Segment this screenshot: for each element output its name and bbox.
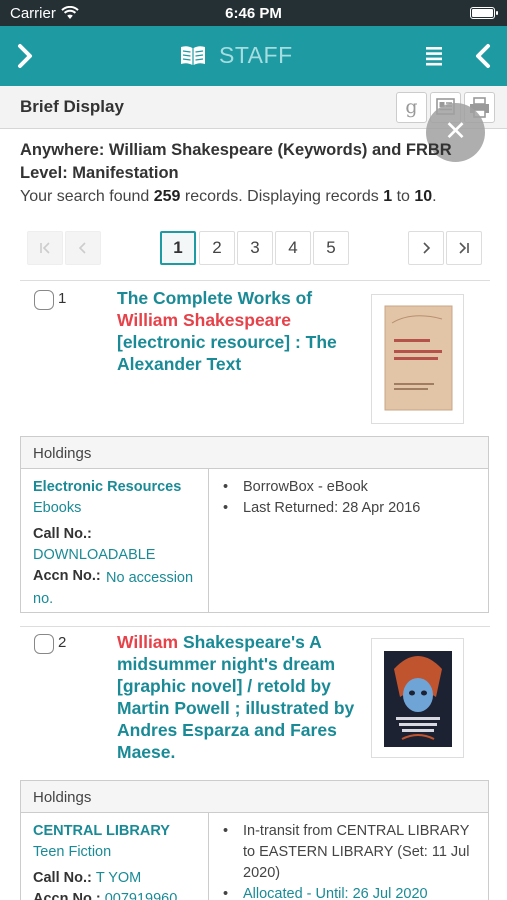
record-2-number: 2 (58, 634, 67, 651)
record-1-number: 1 (58, 290, 67, 307)
first-page-button[interactable] (27, 231, 63, 265)
holdings-header: Holdings (21, 437, 488, 469)
divider (20, 280, 490, 281)
record-2-title[interactable]: William Shakespeare's A midsummer night'… (117, 631, 362, 763)
page-3-button[interactable]: 3 (237, 231, 273, 265)
holding-collection-link[interactable]: Ebooks (33, 500, 81, 516)
range-to: 10 (414, 188, 433, 205)
page-5-button[interactable]: 5 (313, 231, 349, 265)
battery-icon (470, 7, 498, 19)
chevron-left-icon[interactable] (467, 40, 499, 72)
call-number-value[interactable]: T YOM (96, 870, 141, 886)
call-number-label: Call No.: (33, 526, 92, 542)
holdings-header: Holdings (21, 781, 488, 813)
record-1-checkbox[interactable] (34, 290, 54, 310)
call-number-label: Call No.: T YOM (33, 870, 142, 886)
holding-status: Last Returned: 28 Apr 2016 (223, 498, 483, 519)
first-page-icon (40, 242, 50, 254)
search-summary: Your search found 259 records. Displayin… (20, 188, 437, 205)
brief-display-title: Brief Display (20, 97, 124, 116)
record-1-holdings: Holdings Electronic Resources Ebooks Cal… (20, 436, 489, 613)
call-number-value[interactable]: DOWNLOADABLE (33, 547, 155, 563)
book-icon (181, 46, 205, 65)
record-2-checkbox[interactable] (34, 634, 54, 654)
google-icon: g (405, 96, 418, 118)
next-page-button[interactable] (408, 231, 444, 265)
record-2-holdings: Holdings CENTRAL LIBRARY Teen Fiction Ca… (20, 780, 489, 900)
list-icon[interactable] (418, 40, 450, 72)
last-page-icon (459, 242, 469, 254)
page-1-button[interactable]: 1 (160, 231, 196, 265)
last-page-button[interactable] (446, 231, 482, 265)
next-page-icon (423, 242, 431, 254)
page-2-button[interactable]: 2 (199, 231, 235, 265)
holding-status: BorrowBox - eBook (223, 477, 483, 498)
book-cover-image (384, 305, 453, 411)
navigation-bar: STAFF (0, 26, 507, 86)
record-1-title[interactable]: The Complete Works of William Shakespear… (117, 287, 362, 375)
page-4-button[interactable]: 4 (275, 231, 311, 265)
status-time: 6:46 PM (225, 5, 282, 22)
accession-number-value[interactable]: No accession no. (33, 568, 203, 610)
range-from: 1 (383, 188, 393, 205)
holding-location-link[interactable]: CENTRAL LIBRARY (33, 823, 170, 839)
total-records: 259 (153, 188, 181, 205)
prev-page-icon (78, 242, 86, 254)
record-2-cover[interactable] (371, 638, 464, 758)
prev-page-button[interactable] (65, 231, 101, 265)
google-button[interactable]: g (396, 92, 427, 123)
search-query: Anywhere: William Shakespeare (Keywords)… (20, 141, 452, 182)
status-bar: Carrier 6:46 PM (0, 0, 507, 26)
divider (20, 626, 490, 627)
chevron-right-icon[interactable] (10, 40, 42, 72)
holding-location-link[interactable]: Electronic Resources (33, 479, 181, 495)
holding-status: In-transit from CENTRAL LIBRARY to EASTE… (223, 821, 483, 884)
holding-collection-link[interactable]: Teen Fiction (33, 844, 111, 860)
record-1-cover[interactable] (371, 294, 464, 424)
book-cover-image (384, 651, 452, 747)
holding-status-link[interactable]: Allocated - Until: 26 Jul 2020 (223, 884, 483, 900)
accession-number-label: Accn No.: 007919960 (33, 891, 177, 900)
app-title: STAFF (219, 42, 293, 68)
accession-number-value[interactable]: 007919960 (105, 891, 178, 900)
